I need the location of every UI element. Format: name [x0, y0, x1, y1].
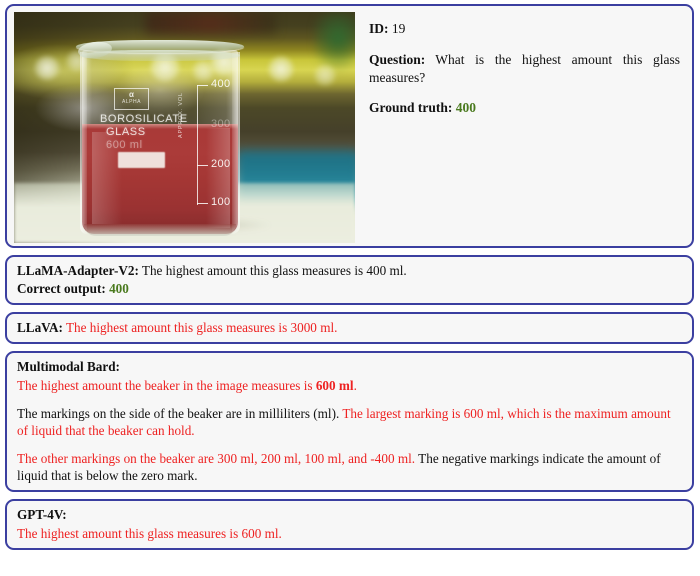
response-text-red: .	[353, 377, 357, 393]
response-text-plain: The markings on the side of the beaker a…	[17, 405, 343, 421]
bokeh-light	[314, 64, 336, 86]
etch-glass: GLASS	[106, 126, 146, 138]
graduation-label-400: 400	[211, 78, 231, 90]
id-value: 19	[391, 21, 406, 36]
model-name-multimodal-bard: Multimodal Bard:	[17, 359, 120, 375]
model-title-line: Multimodal Bard:	[17, 358, 683, 375]
alpha-logo-symbol: α	[129, 90, 134, 99]
beaker-label-patch	[118, 152, 165, 168]
ground-truth-value: 400	[455, 100, 477, 116]
graduation-axis-line	[197, 85, 198, 205]
beaker: α ALPHA BOROSILICATE GLASS 600 ml APPROX…	[76, 34, 244, 236]
figure-page: α ALPHA BOROSILICATE GLASS 600 ml APPROX…	[0, 0, 700, 576]
response-line: The other markings on the beaker are 300…	[17, 450, 683, 484]
approx-vol-label: APPROX. VOL	[178, 92, 184, 138]
model-name-gpt-4v: GPT-4V:	[17, 507, 67, 523]
response-line: LLaMA-Adapter-V2: The highest amount thi…	[17, 262, 683, 279]
response-panel-multimodal-bard: Multimodal Bard: The highest amount the b…	[5, 351, 694, 493]
alpha-logo-name: ALPHA	[122, 99, 141, 105]
question-text-column: ID: 19 Question: What is the highest amou…	[355, 12, 686, 240]
response-text-red: The other markings on the beaker are 300…	[17, 451, 416, 467]
response-line: The markings on the side of the beaker a…	[17, 405, 683, 439]
beaker-graduations: APPROX. VOL 400 300 200 100	[170, 78, 242, 208]
ground-truth-label: Ground truth:	[369, 100, 453, 116]
graduation-label-300: 300	[211, 118, 231, 130]
response-text-red: The highest amount this glass measures i…	[66, 320, 338, 336]
graduation-tick	[197, 165, 208, 166]
response-panel-llama-adapter-v2: LLaMA-Adapter-V2: The highest amount thi…	[5, 255, 694, 306]
photo-background-darkband	[146, 12, 276, 34]
response-text-plain: The highest amount this glass measures i…	[141, 263, 407, 278]
response-text-green-bold: 400	[109, 281, 129, 297]
response-line: LLaVA: The highest amount this glass mea…	[17, 319, 683, 336]
question-panel: α ALPHA BOROSILICATE GLASS 600 ml APPROX…	[5, 4, 694, 248]
beaker-wall-left	[80, 52, 87, 234]
response-panel-llava: LLaVA: The highest amount this glass mea…	[5, 312, 694, 345]
graduation-label-100: 100	[211, 196, 231, 208]
response-text-red: The highest amount this glass measures i…	[17, 525, 282, 541]
model-name-llama-adapter-v2: LLaMA-Adapter-V2:	[17, 263, 139, 278]
model-title-line: GPT-4V:	[17, 506, 683, 523]
bokeh-light	[268, 56, 294, 82]
response-text-red: The highest amount the beaker in the ima…	[17, 377, 316, 393]
etch-capacity: 600 ml	[106, 139, 143, 151]
model-responses: LLaMA-Adapter-V2: The highest amount thi…	[5, 255, 694, 550]
beaker-photo: α ALPHA BOROSILICATE GLASS 600 ml APPROX…	[14, 12, 355, 243]
response-text-bold: Correct output:	[17, 281, 106, 297]
alpha-logo-icon: α ALPHA	[114, 88, 149, 110]
question-label: Question:	[369, 51, 426, 67]
ground-truth-line: Ground truth: 400	[369, 99, 680, 117]
graduation-label-200: 200	[211, 158, 231, 170]
response-line: The highest amount this glass measures i…	[17, 525, 683, 542]
id-line: ID: 19	[369, 20, 680, 38]
model-name-llava: LLaVA:	[17, 320, 63, 336]
beaker-base	[84, 224, 236, 236]
response-line: The highest amount the beaker in the ima…	[17, 377, 683, 394]
id-label: ID:	[369, 21, 389, 36]
bokeh-light	[34, 56, 60, 80]
response-text-red-bold: 600 ml	[315, 377, 354, 393]
graduation-tick	[197, 85, 208, 86]
response-line: Correct output: 400	[17, 280, 683, 297]
graduation-tick	[197, 203, 208, 204]
question-line: Question: What is the highest amount this…	[369, 51, 680, 87]
response-panel-gpt-4v: GPT-4V: The highest amount this glass mea…	[5, 499, 694, 550]
